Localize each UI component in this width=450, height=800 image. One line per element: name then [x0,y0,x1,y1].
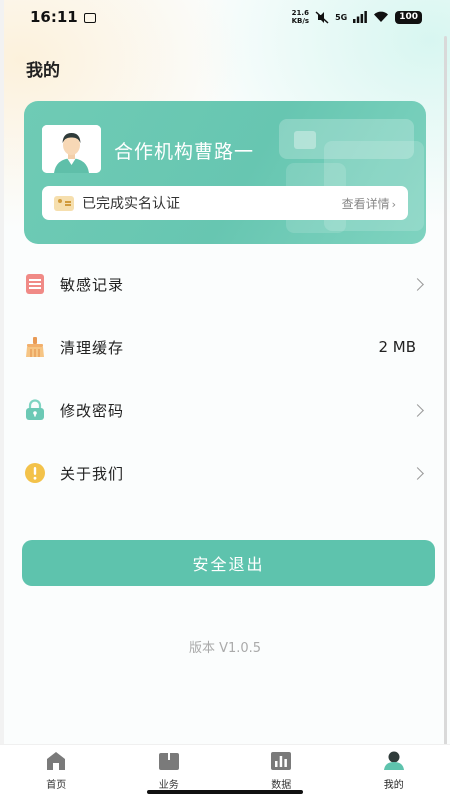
chevron-right-icon [411,466,424,480]
menu-label: 清理缓存 [60,338,125,357]
user-avatar-icon [42,125,101,173]
lock-icon [24,399,46,421]
view-details-link[interactable]: 查看详情 › [342,195,396,212]
scrollbar[interactable] [444,36,447,746]
status-time: 16:11 [30,8,78,26]
battery-indicator: 100 [395,10,422,24]
menu-label: 关于我们 [60,464,125,483]
chevron-right-icon: › [391,197,396,211]
nav-item-profile[interactable]: 我的 [338,745,450,800]
record-icon [24,273,46,295]
data-icon [270,751,292,771]
verification-status: 已完成实名认证 [82,196,180,212]
status-bar: 16:11 21.6 KB/s 5G 100 [0,0,450,34]
network-type: 5G [335,12,348,22]
id-card-icon [54,195,74,211]
network-speed: 21.6 KB/s [292,9,309,25]
frame-edge [0,0,4,800]
business-icon [158,751,180,771]
view-details-label: 查看详情 [341,196,390,211]
nav-label: 首页 [46,780,67,791]
profile-icon [383,751,405,771]
nav-label: 我的 [383,780,404,791]
home-indicator[interactable] [147,790,303,794]
mute-icon [315,10,329,24]
cache-size: 2 MB [378,338,416,356]
menu-label: 修改密码 [60,401,125,420]
logout-button[interactable]: 安全退出 [22,540,435,586]
profile-card[interactable]: 合作机构曹路一 已完成实名认证 查看详情 › [24,101,426,244]
nav-label: 数据 [271,780,292,791]
network-speed-value: 21.6 [291,9,309,17]
wifi-icon [374,11,389,22]
chevron-right-icon [411,403,424,417]
signal-icon [353,11,368,23]
broom-icon [24,336,46,358]
menu-item-clear-cache[interactable]: 清理缓存 2 MB [24,329,426,365]
card-decoration [294,131,316,149]
message-notification-icon [83,13,96,23]
avatar[interactable] [42,125,101,173]
menu-item-change-password[interactable]: 修改密码 [24,392,426,428]
nav-item-home[interactable]: 首页 [0,745,113,800]
menu-item-sensitive-records[interactable]: 敏感记录 [24,266,426,302]
status-indicators: 21.6 KB/s 5G 100 [292,9,422,25]
verification-bar[interactable]: 已完成实名认证 查看详情 › [42,186,408,220]
menu-item-about-us[interactable]: 关于我们 [24,455,426,491]
version-label: 版本 V1.0.5 [188,641,262,656]
chevron-right-icon [411,277,424,291]
nav-label: 业务 [158,780,179,791]
menu-label: 敏感记录 [60,275,125,294]
org-name: 合作机构曹路一 [114,141,255,163]
info-icon [24,462,46,484]
page-title: 我的 [26,61,60,81]
network-speed-unit: KB/s [291,17,310,25]
home-icon [45,751,67,771]
